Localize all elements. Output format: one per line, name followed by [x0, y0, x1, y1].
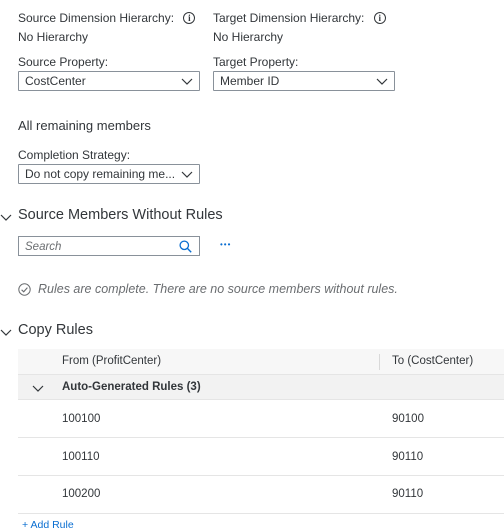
source-members-section-title[interactable]: Source Members Without Rules — [18, 207, 223, 223]
table-row[interactable]: 100200 90110 — [18, 476, 504, 514]
target-property-value: Member ID — [220, 74, 280, 88]
target-hierarchy-label-row: Target Dimension Hierarchy: i — [213, 11, 386, 25]
rule-from-value: 100200 — [62, 488, 101, 500]
chevron-down-icon[interactable] — [32, 382, 44, 394]
rule-to-value: 90110 — [392, 488, 424, 500]
source-property-value: CostCenter — [25, 74, 86, 88]
target-hierarchy-label: Target Dimension Hierarchy: — [213, 11, 365, 25]
completion-strategy-label: Completion Strategy: — [18, 148, 131, 162]
search-input[interactable] — [19, 238, 169, 256]
table-header: From (ProfitCenter) To (CostCenter) — [18, 349, 504, 375]
source-hierarchy-label-row: Source Dimension Hierarchy: i — [18, 11, 196, 25]
add-rule-button[interactable]: + Add Rule — [22, 519, 74, 531]
chevron-down-icon[interactable] — [0, 326, 12, 338]
search-field[interactable] — [18, 236, 200, 256]
column-header-from[interactable]: From (ProfitCenter) — [62, 355, 161, 367]
source-property-label: Source Property: — [18, 55, 109, 69]
rule-to-value: 90100 — [392, 413, 424, 425]
target-property-select[interactable]: Member ID — [213, 71, 395, 91]
source-property-select[interactable]: CostCenter — [18, 71, 200, 91]
group-row[interactable]: Auto-Generated Rules (3) — [18, 375, 504, 400]
checkmark-icon — [18, 283, 31, 296]
target-hierarchy-value: No Hierarchy — [213, 30, 284, 44]
chevron-down-icon — [181, 78, 193, 85]
rules-complete-message: Rules are complete. There are no source … — [38, 282, 398, 296]
copy-rules-section-title[interactable]: Copy Rules — [18, 322, 93, 338]
info-icon[interactable]: i — [373, 11, 386, 24]
group-label: Auto-Generated Rules (3) — [62, 381, 201, 393]
rule-from-value: 100100 — [62, 413, 101, 425]
completion-strategy-select[interactable]: Do not copy remaining me... — [18, 164, 200, 184]
chevron-down-icon — [181, 171, 193, 178]
table-row[interactable]: 100110 90110 — [18, 438, 504, 476]
source-hierarchy-value: No Hierarchy — [18, 30, 89, 44]
chevron-down-icon[interactable] — [0, 211, 12, 223]
remaining-members-heading: All remaining members — [18, 118, 151, 133]
plus-icon: + — [22, 519, 29, 531]
column-divider — [379, 354, 380, 370]
table-row[interactable]: 100100 90100 — [18, 400, 504, 438]
source-hierarchy-label: Source Dimension Hierarchy: — [18, 11, 175, 25]
rule-to-value: 90110 — [392, 451, 424, 463]
info-icon[interactable]: i — [183, 11, 196, 24]
column-header-to[interactable]: To (CostCenter) — [392, 355, 473, 367]
search-icon[interactable] — [179, 240, 192, 253]
chevron-down-icon — [376, 78, 388, 85]
more-options-button[interactable]: ••• — [220, 240, 231, 249]
add-rule-label: Add Rule — [30, 519, 74, 531]
rule-from-value: 100110 — [62, 451, 100, 463]
target-property-label: Target Property: — [213, 55, 299, 69]
completion-strategy-value: Do not copy remaining me... — [25, 167, 176, 181]
